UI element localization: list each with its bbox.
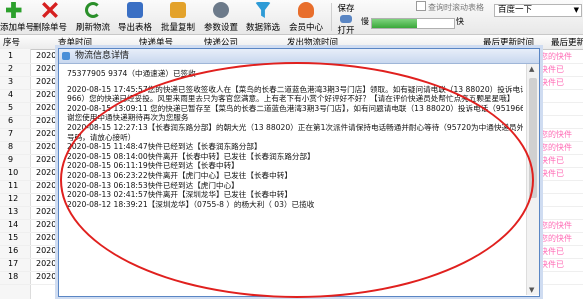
- log-line: 2020-08-15 06:11:19快件已经到达【长春中转】: [67, 161, 239, 171]
- delete-tracking-button[interactable]: 删除单号: [32, 0, 68, 34]
- column-header[interactable]: 快递单号: [139, 36, 173, 48]
- last-update-cell: 您的快件: [540, 52, 572, 61]
- log-line: 2020-08-13 06:23:22快件离开【虎门中心】已发往【长春中转】: [67, 170, 292, 180]
- scroll-down-icon[interactable]: ▼: [529, 286, 534, 294]
- member-center-button[interactable]: 会员中心: [288, 0, 324, 34]
- save-label: 保存: [337, 4, 355, 14]
- data-filter-label: 数据筛选: [245, 23, 280, 33]
- last-update-cell: 快件已: [540, 156, 564, 165]
- log-line: 2020-08-13 02:41:57快件离开【深圳龙华】已发往【长春中转】: [67, 190, 292, 200]
- row-number: 13: [8, 207, 19, 216]
- log-line: 2020-08-15 08:14:00快件离开【长春中转】已发往【长春润东路分部…: [67, 151, 315, 161]
- row-number: 14: [8, 220, 19, 229]
- delete-tracking-label: 删除单号: [32, 23, 67, 33]
- batch-copy-button[interactable]: 批量复制: [160, 0, 196, 34]
- log-line: 号码，请放心接听）: [67, 132, 136, 142]
- row-number: 9: [8, 155, 14, 164]
- refresh-icon: [85, 2, 101, 18]
- save-icon: [340, 15, 352, 23]
- scroll-thumb[interactable]: [529, 78, 537, 198]
- add-tracking-button[interactable]: 添加单号: [0, 0, 35, 34]
- log-line: 谢您使用中通快递期待再次为您服务: [67, 113, 189, 123]
- row-number: 1: [8, 51, 14, 60]
- last-update-cell: 快件已: [540, 260, 564, 269]
- row-number: 6: [8, 116, 14, 125]
- refresh-logistics-label: 刷新物流: [75, 23, 110, 33]
- last-update-cell: 您的快件: [540, 234, 572, 243]
- log-line: 2020-08-15 17:45:57您的快递已签收签收人在【菜鸟的长春二道蓝色…: [67, 84, 523, 94]
- logistics-log-text: 75377905 9374（中通速递）已签收 2020-08-15 17:45:5…: [67, 69, 523, 289]
- row-number: 5: [8, 103, 14, 112]
- chevron-down-icon: ▼: [573, 6, 579, 14]
- column-header[interactable]: 最后更新: [551, 36, 583, 48]
- add-tracking-label: 添加单号: [0, 23, 35, 33]
- speed-slider[interactable]: [371, 18, 455, 29]
- column-header[interactable]: 最后更新时间: [483, 36, 534, 48]
- member-center-label: 会员中心: [288, 23, 323, 33]
- row-number: 10: [8, 168, 19, 177]
- last-update-cell: 您的快件: [540, 221, 572, 230]
- log-line: 2020-08-15 11:48:47快件已经到达【长春润东路分部】: [67, 142, 262, 152]
- row-number: 2: [8, 64, 14, 73]
- user-icon: [298, 2, 314, 18]
- auto-scroll-checkbox[interactable]: 查询时滚动表格: [416, 1, 484, 13]
- last-update-cell: 您的快件: [540, 130, 572, 139]
- gear-icon: [213, 2, 229, 18]
- last-update-cell: 快件已: [540, 247, 564, 256]
- plus-icon: [5, 2, 22, 18]
- search-engine-dropdown[interactable]: 百度一下 ▼: [494, 4, 582, 17]
- delete-x-icon: [42, 2, 58, 18]
- row-number: 4: [8, 90, 14, 99]
- speed-fast-label: 快: [456, 17, 464, 26]
- settings-button[interactable]: 参数设置: [203, 0, 239, 34]
- export-table-label: 导出表格: [117, 23, 152, 33]
- app-icon: [62, 52, 70, 60]
- export-table-button[interactable]: 导出表格: [117, 0, 153, 34]
- refresh-logistics-button[interactable]: 刷新物流: [75, 0, 111, 34]
- last-update-cell: 快件已: [540, 65, 564, 74]
- log-line: 2020-08-15 13:09:11 您的快递已暂存至【菜鸟的长春二道蓝色港湾…: [67, 103, 523, 113]
- toolbar: 添加单号 删除单号 刷新物流 导出表格 批量复制 参数设置 数据筛选 会员中心 …: [0, 0, 583, 36]
- log-line: 966）您的快递已经妥投。风里来雨里去只为客官您满意。上有老下有小赏个好评好不好…: [67, 94, 515, 104]
- row-number: 18: [8, 272, 19, 281]
- speed-slow-label: 慢: [361, 17, 369, 26]
- row-number: 12: [8, 194, 19, 203]
- search-engine-value: 百度一下: [498, 5, 533, 15]
- column-header[interactable]: 序号: [3, 36, 20, 48]
- column-header[interactable]: 快递公司: [204, 36, 238, 48]
- speed-slider-fill: [372, 19, 418, 28]
- dialog-title-bar[interactable]: 物流信息详情: [59, 49, 539, 64]
- row-number: 7: [8, 129, 14, 138]
- row-number: 8: [8, 142, 14, 151]
- filter-icon: [255, 2, 271, 18]
- last-update-cell: 快件已: [540, 169, 564, 178]
- log-line: 2020-08-15 12:27:13【长春润东路分部】的朝大光（13 8802…: [67, 122, 523, 132]
- data-filter-button[interactable]: 数据筛选: [245, 0, 281, 34]
- row-number: 16: [8, 246, 19, 255]
- dialog-title: 物流信息详情: [75, 51, 130, 61]
- log-line: 75377905 9374（中通速递）已签收: [67, 69, 196, 78]
- scroll-up-icon[interactable]: ▲: [529, 65, 534, 73]
- copy-icon: [170, 2, 186, 18]
- log-line: 2020-08-12 18:39:21【深圳龙华】（0755-8 ）的杨大利（ …: [67, 199, 315, 209]
- export-table-icon: [127, 2, 143, 18]
- last-update-cell: 您的快件: [540, 143, 572, 152]
- last-update-cell: 快件已: [540, 78, 564, 87]
- save-open-button[interactable]: 保存 打开: [335, 0, 357, 36]
- auto-scroll-label: 查询时滚动表格: [428, 3, 484, 12]
- column-header[interactable]: 发出物流时间: [287, 36, 338, 48]
- row-number: 3: [8, 77, 14, 86]
- toolbar-divider: [331, 3, 332, 31]
- row-number: 15: [8, 233, 19, 242]
- settings-label: 参数设置: [203, 23, 238, 33]
- checkbox-box[interactable]: [416, 1, 426, 11]
- logistics-detail-dialog: 物流信息详情 75377905 9374（中通速递）已签收 2020-08-15 …: [58, 48, 540, 297]
- log-line: 2020-08-13 06:18:53快件已经到达【虎门中心】: [67, 180, 239, 190]
- batch-copy-label: 批量复制: [160, 23, 195, 33]
- vertical-scrollbar[interactable]: ▲ ▼: [526, 64, 539, 295]
- column-header[interactable]: 查单时间: [58, 36, 92, 48]
- row-number: 17: [8, 259, 19, 268]
- row-number: 11: [8, 181, 19, 190]
